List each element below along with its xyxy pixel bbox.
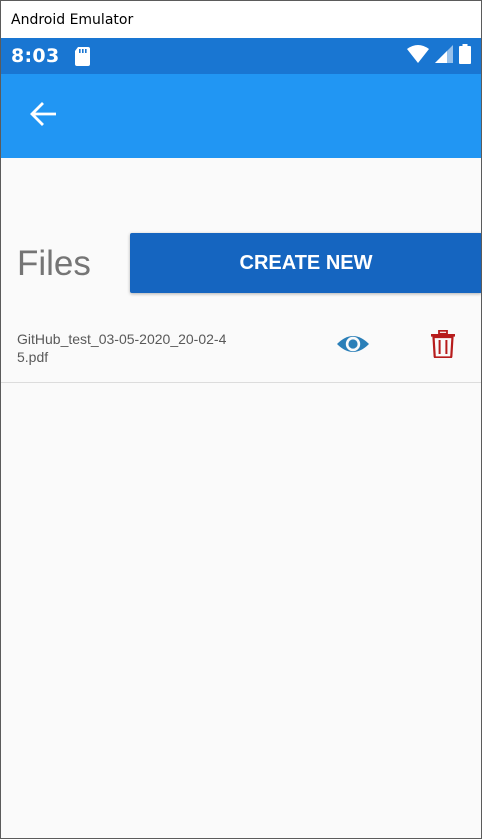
window-titlebar: Android Emulator: [1, 1, 481, 38]
status-bar: 8:03: [1, 38, 481, 74]
back-button[interactable]: [15, 88, 71, 144]
battery-icon: [459, 43, 471, 69]
app-bar: [1, 74, 481, 158]
create-new-button[interactable]: CREATE NEW: [130, 233, 481, 293]
signal-icon: [435, 44, 453, 68]
eye-icon: [336, 332, 370, 361]
emulator-window: Android Emulator 8:03 Files CREATE NEW G…: [0, 0, 482, 839]
sd-card-icon: [75, 46, 91, 66]
view-file-button[interactable]: [335, 328, 371, 364]
status-time: 8:03: [11, 45, 60, 67]
file-list-item: GitHub_test_03-05-2020_20-02-45.pdf: [1, 318, 481, 383]
window-title: Android Emulator: [11, 11, 134, 28]
wifi-icon: [407, 44, 429, 68]
arrow-back-icon: [30, 101, 57, 131]
trash-icon: [431, 329, 455, 363]
status-icons: [407, 43, 471, 69]
page-title: Files: [17, 244, 91, 283]
delete-file-button[interactable]: [425, 328, 461, 364]
file-name: GitHub_test_03-05-2020_20-02-45.pdf: [17, 331, 227, 365]
